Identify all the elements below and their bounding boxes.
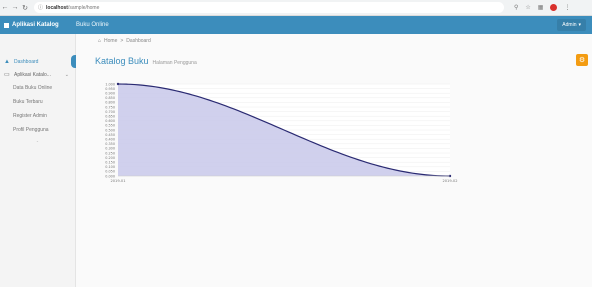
y-tick-label: 0.800	[105, 101, 115, 105]
x-tick-label: 2019-02	[442, 179, 457, 183]
y-tick-label: 0.200	[105, 156, 115, 160]
y-tick-label: 0.700	[105, 110, 115, 114]
breadcrumb-home[interactable]: Home	[104, 38, 117, 44]
area-chart: 0.000 0.050 0.100 0.150 0.200 0.250 0.300 0.350…	[94, 76, 584, 193]
arrow-right-icon[interactable]: →	[10, 2, 20, 14]
data-point	[116, 82, 120, 86]
dashboard-icon: ▲	[4, 58, 10, 65]
y-tick-label: 0.250	[105, 151, 115, 155]
more-icon[interactable]: ⋮	[564, 4, 570, 11]
sidebar-item-menu[interactable]: ▭ Aplikasi Katalo... ⌄	[0, 68, 75, 81]
url-host: localhost	[46, 4, 68, 11]
y-tick-label: 0.450	[105, 133, 115, 137]
app-header: Aplikasi Katalog Buku Online Admin ▾	[0, 16, 592, 34]
page-header: Katalog Buku Halaman Pengguna	[76, 48, 592, 68]
url-path: /sample/home	[67, 4, 100, 11]
sidebar-item-label: Aplikasi Katalo...	[14, 71, 51, 78]
main-content: ⌂ Home > Dashboard Katalog Buku Halaman …	[76, 34, 592, 287]
y-tick-label: 0.950	[105, 87, 115, 91]
sidebar-collapse[interactable]: -	[0, 137, 75, 147]
y-tick-label: 0.050	[105, 170, 115, 174]
page-subtitle: Halaman Pengguna	[152, 60, 197, 66]
user-name: Admin	[562, 22, 577, 28]
chevron-down-icon: ⌄	[64, 71, 69, 78]
browser-toolbar: ← → ↻ ⓘ localhost /sample/home ⚲ ☆ ▦ ⋮	[0, 0, 592, 16]
sidebar-subitem[interactable]: Data Buku Online	[0, 81, 75, 95]
y-tick-label: 0.000	[105, 174, 115, 178]
sidebar-item-label: Dashboard	[14, 58, 39, 65]
breadcrumb-separator: >	[120, 38, 124, 44]
sidebar-subitem[interactable]: Register Admin	[0, 109, 75, 123]
profile-icon[interactable]	[550, 4, 558, 11]
sidebar-subitem[interactable]: Buku Terbaru	[0, 95, 75, 109]
y-tick-label: 0.850	[105, 96, 115, 100]
monitor-icon: ▭	[4, 72, 10, 78]
info-icon: ⓘ	[38, 5, 44, 11]
chart-svg: 0.0000.0500.1000.1500.2000.2500.3000.350…	[105, 82, 457, 183]
y-tick-label: 0.600	[105, 119, 115, 123]
sidebar: ▲ Dashboard ▭ Aplikasi Katalo... ⌄ Data …	[0, 34, 79, 287]
settings-button[interactable]: ⚙	[576, 54, 588, 66]
caret-down-icon: ▾	[578, 22, 581, 28]
y-tick-label: 0.900	[105, 92, 115, 96]
page-title: Katalog Buku	[95, 56, 149, 66]
breadcrumb-current: Dashboard	[126, 38, 151, 44]
y-tick-label: 0.400	[105, 138, 115, 142]
extension-icon[interactable]: ▦	[538, 4, 544, 11]
y-tick-label: 0.350	[105, 142, 115, 146]
y-tick-label: 0.500	[105, 128, 115, 132]
gear-icon: ⚙	[578, 57, 586, 64]
y-tick-label: 0.550	[105, 124, 115, 128]
breadcrumb: ⌂ Home > Dashboard	[76, 34, 592, 48]
x-tick-label: 2019-01	[110, 179, 125, 183]
user-menu[interactable]: Admin ▾	[557, 19, 586, 31]
star-icon[interactable]: ☆	[525, 4, 530, 11]
y-tick-label: 0.650	[105, 115, 115, 119]
y-tick-label: 1.000	[105, 82, 115, 86]
y-tick-label: 0.150	[105, 161, 115, 165]
key-icon[interactable]: ⚲	[514, 4, 518, 11]
reload-icon[interactable]: ↻	[20, 2, 30, 14]
address-bar[interactable]: ⓘ localhost /sample/home	[34, 2, 504, 13]
y-tick-label: 0.750	[105, 105, 115, 109]
sidebar-subitem[interactable]: Profil Pengguna	[0, 123, 75, 137]
book-icon	[4, 22, 9, 28]
brand-logo[interactable]: Aplikasi Katalog	[0, 16, 76, 34]
sidebar-item-dashboard[interactable]: ▲ Dashboard	[0, 55, 79, 68]
header-title: Buku Online	[76, 22, 109, 28]
brand-name: Aplikasi Katalog	[12, 22, 59, 28]
y-tick-label: 0.300	[105, 147, 115, 151]
home-icon[interactable]: ⌂	[98, 38, 101, 44]
arrow-left-icon[interactable]: ←	[0, 2, 10, 14]
y-tick-label: 0.100	[105, 165, 115, 169]
